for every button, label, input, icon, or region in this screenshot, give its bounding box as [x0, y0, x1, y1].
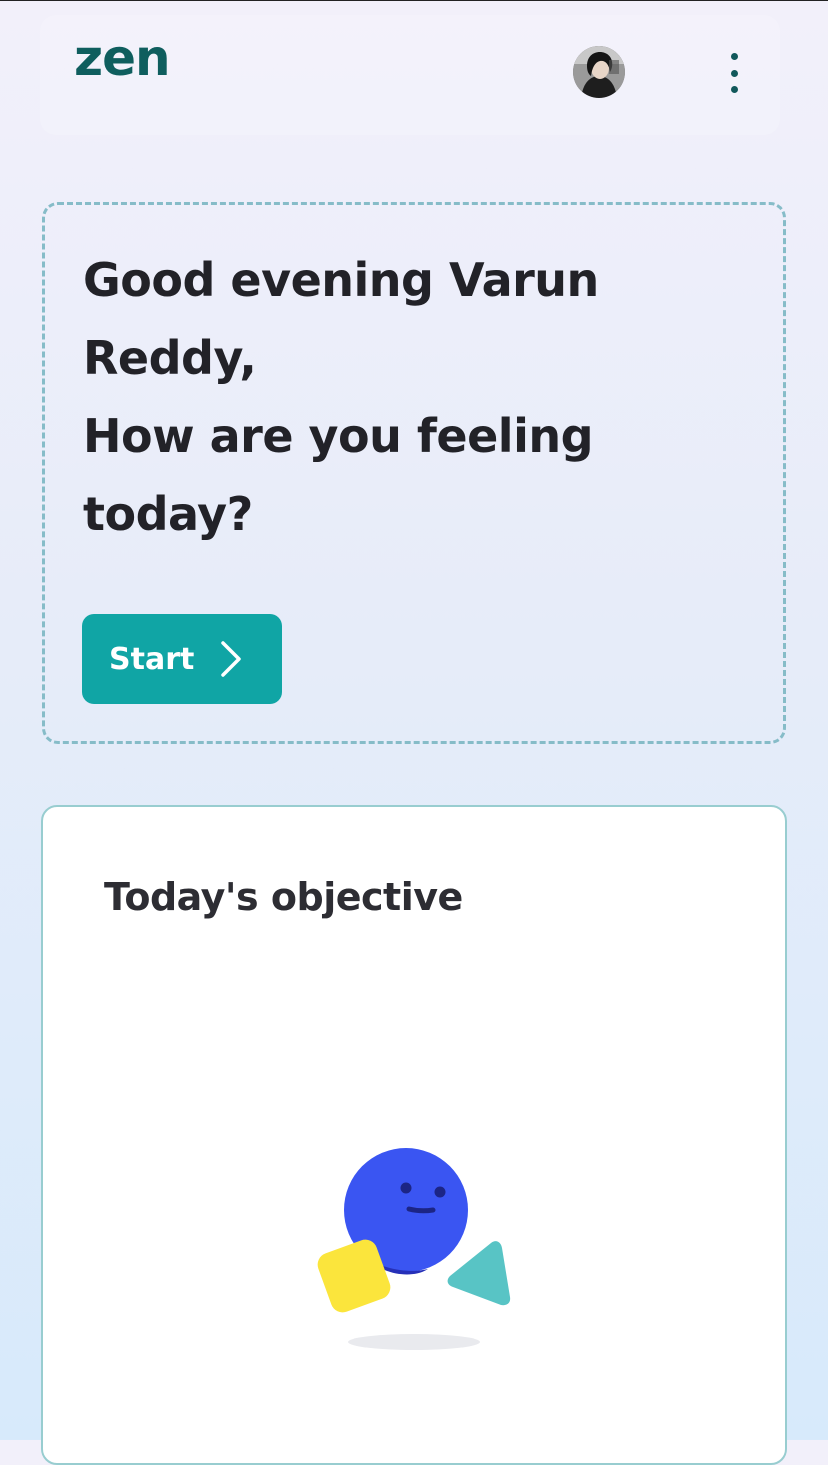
app-header: zen	[40, 15, 780, 135]
chevron-right-icon	[221, 641, 241, 677]
avatar-image	[573, 46, 625, 98]
start-button-label: Start	[109, 641, 195, 677]
kebab-dot	[730, 86, 738, 93]
app-logo[interactable]: zen	[74, 33, 171, 83]
greeting-card: Good evening Varun Reddy, How are you fe…	[42, 202, 786, 744]
objective-title: Today's objective	[104, 875, 463, 919]
greeting-heading: Good evening Varun Reddy, How are you fe…	[83, 241, 703, 553]
kebab-dot	[730, 69, 738, 77]
greeting-question: today?	[83, 487, 253, 541]
greeting-line: Good evening Varun	[83, 253, 599, 307]
greeting-line: Reddy,	[83, 331, 257, 385]
kebab-dot	[730, 53, 738, 60]
shapes-mascot-illustration	[317, 1148, 511, 1350]
greeting-question: How are you feeling	[83, 409, 594, 463]
more-options-icon[interactable]	[720, 53, 748, 93]
user-avatar[interactable]	[573, 46, 625, 98]
objective-card: Today's objective	[41, 805, 787, 1465]
start-button[interactable]: Start	[82, 614, 282, 704]
